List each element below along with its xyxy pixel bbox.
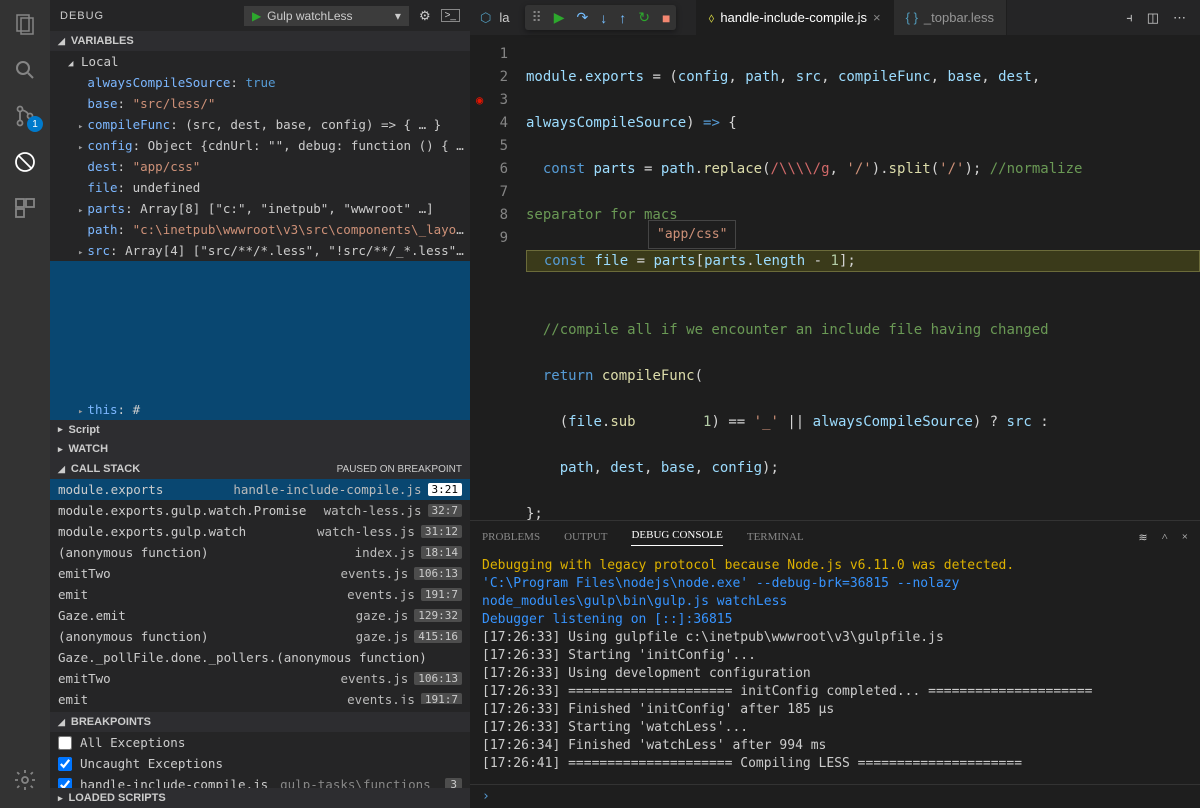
bp-checkbox[interactable]: [58, 757, 72, 771]
scope-local[interactable]: ◢ Local: [50, 51, 470, 72]
stack-frame[interactable]: (anonymous function)index.js18:14: [50, 542, 470, 563]
var-this[interactable]: ▸this: #: [50, 261, 470, 420]
stop-icon[interactable]: ■: [662, 10, 670, 26]
var-base[interactable]: ▸base: "src/less/": [50, 93, 470, 114]
debug-sidebar: DEBUG ▶Gulp watchLess▾ ⚙ >_ ◢VARIABLES ◢…: [50, 0, 470, 808]
variables-header[interactable]: ◢VARIABLES: [50, 31, 470, 51]
callstack-header[interactable]: ◢CALL STACKPAUSED ON BREAKPOINT: [50, 459, 470, 479]
stack-frame[interactable]: emitevents.js191:7: [50, 584, 470, 605]
bp-uncaught-exceptions[interactable]: Uncaught Exceptions: [50, 753, 470, 774]
stack-frame[interactable]: (anonymous function)gaze.js415:16: [50, 626, 470, 647]
var-config[interactable]: ▸config: Object {cdnUrl: "", debug: func…: [50, 135, 470, 156]
compare-icon[interactable]: ⫞: [1126, 10, 1133, 26]
collapse-icon[interactable]: ˄: [1162, 531, 1168, 544]
bp-checkbox[interactable]: [58, 778, 72, 789]
close-icon[interactable]: ×: [873, 10, 881, 25]
stack-frame[interactable]: Gaze.emitgaze.js129:32: [50, 605, 470, 626]
gear-icon[interactable]: ⚙: [419, 8, 431, 24]
tab-other[interactable]: { }_topbar.less: [894, 0, 1007, 35]
debug-config-select[interactable]: ▶Gulp watchLess▾: [244, 6, 409, 26]
debug-console-icon[interactable]: >_: [441, 9, 460, 22]
gutter: 1 2 ◉3 4 5 6 7 8 9: [470, 35, 520, 520]
call-stack-list: module.exportshandle-include-compile.js3…: [50, 479, 470, 704]
step-into-icon[interactable]: ↓: [600, 10, 607, 26]
var-src[interactable]: ▸src: Array[4] ["src/**/*.less", "!src/*…: [50, 240, 470, 261]
debug-toolbar: DEBUG ▶Gulp watchLess▾ ⚙ >_: [50, 0, 470, 31]
continue-icon[interactable]: ▶: [554, 9, 565, 26]
var-parts[interactable]: ▸parts: Array[8] ["c:", "inetpub", "wwwr…: [50, 198, 470, 219]
breakpoint-marker[interactable]: ◉: [476, 89, 483, 112]
breakpoints-header[interactable]: ◢BREAKPOINTS: [50, 712, 470, 732]
scm-badge: 1: [27, 116, 43, 132]
var-path[interactable]: ▸path: "c:\inetpub\wwwroot\v3\src\compon…: [50, 219, 470, 240]
var-compileFunc[interactable]: ▸compileFunc: (src, dest, base, config) …: [50, 114, 470, 135]
extensions-icon[interactable]: [11, 194, 39, 222]
tab-terminal[interactable]: TERMINAL: [747, 531, 804, 543]
var-dest[interactable]: ▸dest: "app/css": [50, 156, 470, 177]
var-alwaysCompileSource[interactable]: ▸alwaysCompileSource: true: [50, 72, 470, 93]
tab-debug-console[interactable]: DEBUG CONSOLE: [631, 529, 722, 546]
stack-frame[interactable]: emitevents.js191:7: [50, 689, 470, 704]
tab-output[interactable]: OUTPUT: [564, 531, 607, 543]
editor[interactable]: 1 2 ◉3 4 5 6 7 8 9 module.exports = (con…: [470, 35, 1200, 520]
debug-float-toolbar: ⠿ ▶ ↷ ↓ ↑ ↻ ■: [525, 5, 676, 30]
stack-frame[interactable]: Gaze._pollFile.done._pollers.(anonymous …: [50, 647, 470, 668]
more-icon[interactable]: ⋯: [1173, 10, 1186, 26]
tabs-row: ⬡la ⠿ ▶ ↷ ↓ ↑ ↻ ■ ⬨handle-include-compil…: [470, 0, 1200, 35]
bp-file[interactable]: handle-include-compile.jsgulp-tasks\func…: [50, 774, 470, 788]
watch-header[interactable]: ▸WATCH: [50, 440, 470, 460]
stack-frame[interactable]: module.exports.gulp.watch.Promisewatch-l…: [50, 500, 470, 521]
search-icon[interactable]: [11, 56, 39, 84]
drag-handle-icon[interactable]: ⠿: [531, 9, 541, 26]
editor-group: ⬡la ⠿ ▶ ↷ ↓ ↑ ↻ ■ ⬨handle-include-compil…: [470, 0, 1200, 808]
bp-all-exceptions[interactable]: All Exceptions: [50, 732, 470, 753]
restart-icon[interactable]: ↻: [638, 9, 650, 26]
stack-frame[interactable]: emitTwoevents.js106:13: [50, 563, 470, 584]
stack-frame[interactable]: emitTwoevents.js106:13: [50, 668, 470, 689]
step-out-icon[interactable]: ↑: [619, 10, 626, 26]
debug-config-label: Gulp watchLess: [267, 9, 352, 23]
clear-icon[interactable]: ≋: [1138, 531, 1147, 544]
explorer-icon[interactable]: [11, 10, 39, 38]
stack-frame[interactable]: module.exportshandle-include-compile.js3…: [50, 479, 470, 500]
var-file[interactable]: ▸file: undefined: [50, 177, 470, 198]
close-panel-icon[interactable]: ×: [1182, 531, 1188, 544]
truncated-tab[interactable]: la: [499, 10, 509, 25]
loaded-scripts-header[interactable]: ▸LOADED SCRIPTS: [50, 788, 470, 808]
tab-problems[interactable]: PROBLEMS: [482, 531, 540, 543]
script-header[interactable]: ▸Script: [50, 420, 470, 440]
bottom-panel: PROBLEMS OUTPUT DEBUG CONSOLE TERMINAL ≋…: [470, 520, 1200, 808]
settings-gear-icon[interactable]: [11, 766, 39, 794]
bp-checkbox[interactable]: [58, 736, 72, 750]
activity-bar: 1: [0, 0, 50, 808]
debug-hover-tooltip: "app/css": [648, 220, 736, 249]
code-area[interactable]: module.exports = (config, path, src, com…: [520, 35, 1200, 520]
step-over-icon[interactable]: ↷: [577, 9, 589, 26]
stack-frame[interactable]: module.exports.gulp.watchwatch-less.js31…: [50, 521, 470, 542]
panel-tabs: PROBLEMS OUTPUT DEBUG CONSOLE TERMINAL ≋…: [470, 521, 1200, 553]
debug-console-input[interactable]: ›: [470, 784, 1200, 808]
tab-active[interactable]: ⬨handle-include-compile.js×: [696, 0, 893, 35]
debug-title: DEBUG: [60, 10, 104, 22]
debug-icon[interactable]: [11, 148, 39, 176]
debug-console-output[interactable]: Debugging with legacy protocol because N…: [470, 553, 1200, 784]
split-icon[interactable]: ◫: [1147, 10, 1159, 26]
source-control-icon[interactable]: 1: [11, 102, 39, 130]
